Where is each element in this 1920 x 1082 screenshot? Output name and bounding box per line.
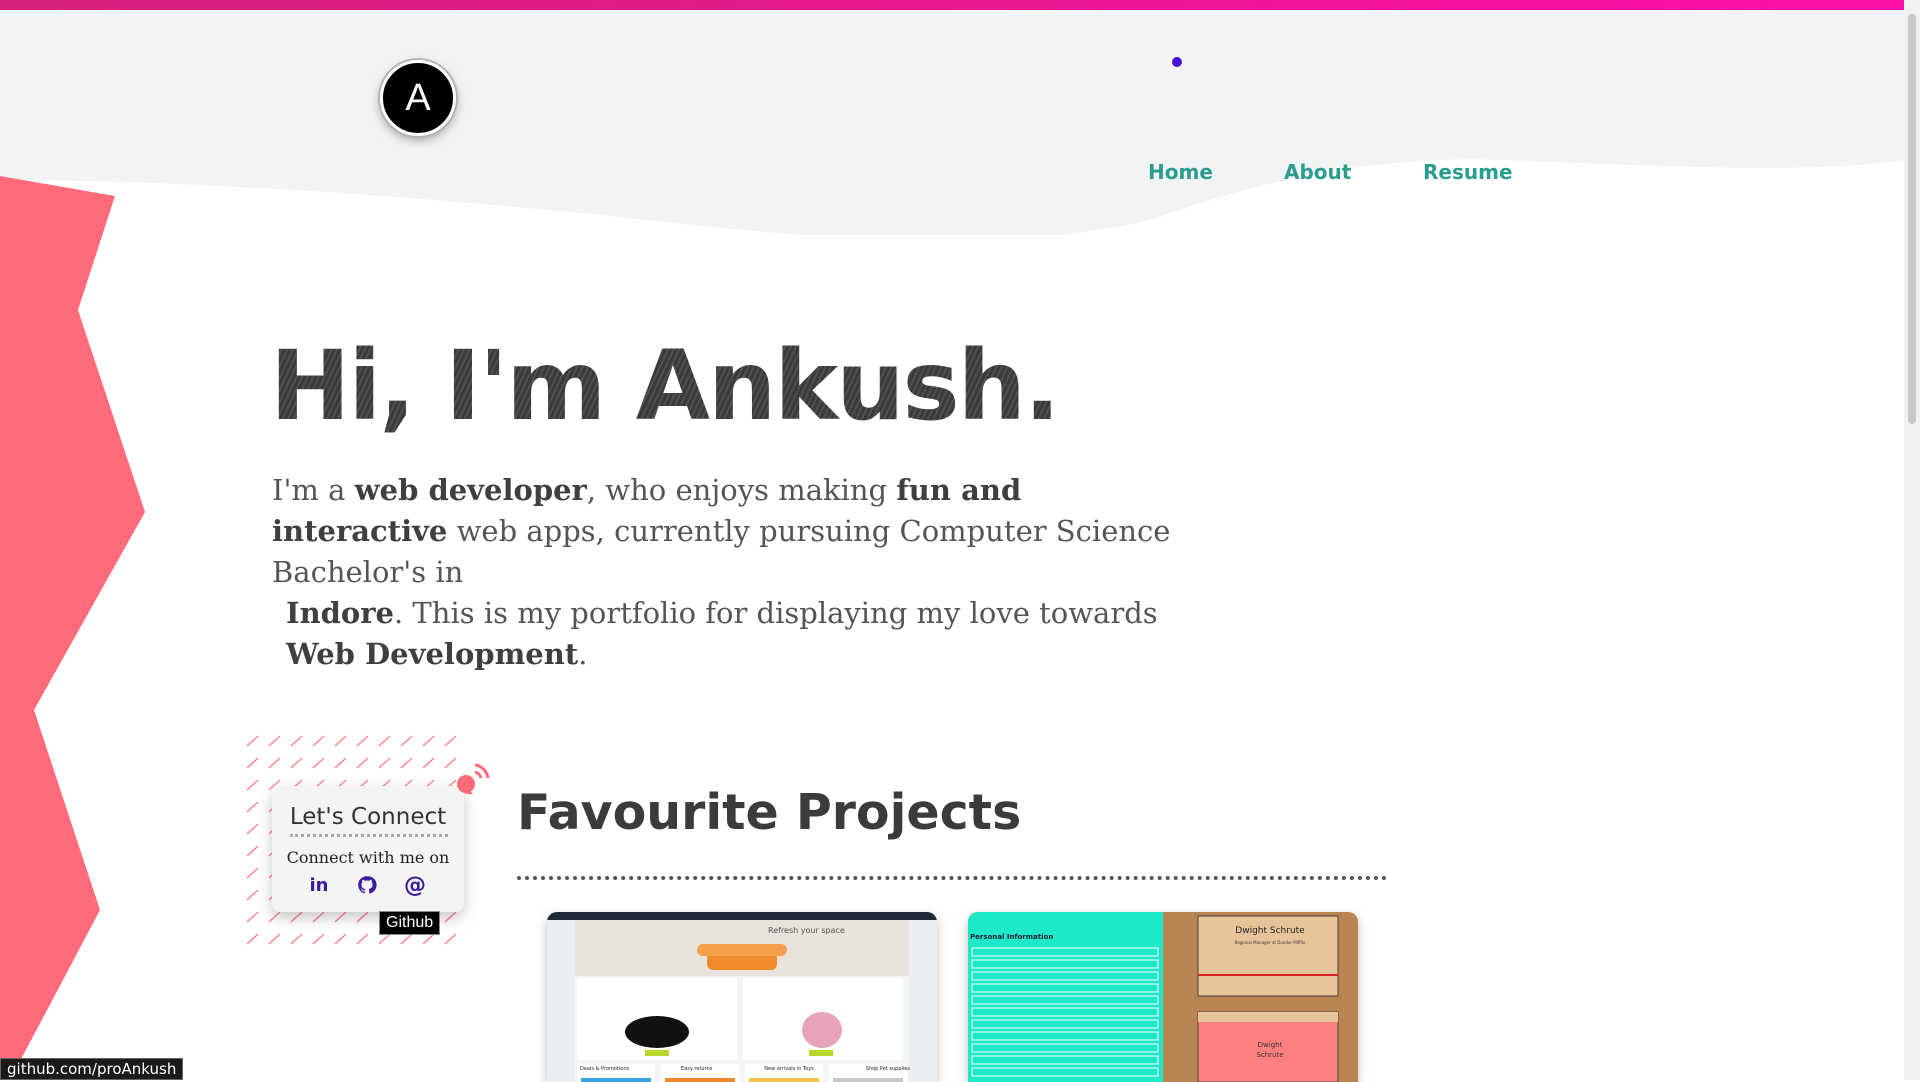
satellite-dish-icon: [457, 763, 490, 795]
projects-heading: Favourite Projects: [517, 784, 1022, 841]
logo-avatar[interactable]: A: [380, 60, 456, 136]
intro-text: I'm a: [272, 473, 355, 507]
header-wave: [0, 10, 1904, 235]
github-tooltip: Github: [379, 911, 441, 935]
github-icon[interactable]: [356, 874, 378, 896]
project-card-store[interactable]: [547, 912, 937, 1082]
connect-divider: [290, 834, 448, 837]
intro-paragraph: I'm a web developer, who enjoys making f…: [272, 470, 1172, 675]
business-card-role: Regional Manager at Dunder Mifflin: [1234, 940, 1306, 945]
project-thumbnail-store: [547, 912, 937, 1082]
social-icons: in @: [308, 873, 427, 898]
projects-divider: [517, 876, 1387, 880]
intro-highlight: Web Development: [286, 637, 579, 671]
form-title-text: Personal Information: [970, 933, 1054, 941]
logo-letter: A: [405, 76, 431, 119]
intro-text: . This is my portfolio for displaying my…: [394, 596, 1158, 630]
intro-text: , who enjoys making: [586, 473, 897, 507]
business-card-name: Dwight Schrute: [1235, 926, 1305, 936]
store-section-label: Deals & Promotions: [580, 1066, 630, 1072]
store-banner-text: Refresh your space: [768, 926, 845, 935]
store-section-label: Easy returns: [681, 1066, 713, 1072]
store-section-labels: Deals & Promotions Easy returns New arri…: [580, 1066, 910, 1072]
linkedin-icon[interactable]: in: [308, 874, 330, 896]
link-status-bar: github.com/proAnkush: [0, 1058, 184, 1080]
left-zigzag-shape: [0, 176, 145, 1080]
scrollbar-thumb[interactable]: [1908, 14, 1916, 424]
connect-card: Let's Connect Connect with me on in @: [272, 786, 464, 912]
nav-about-link[interactable]: About: [1284, 160, 1351, 184]
back-last-name: Schrute: [1256, 1051, 1284, 1059]
active-nav-indicator: [1172, 57, 1182, 67]
page-scrollbar[interactable]: [1904, 0, 1920, 1080]
store-section-label: New arrivals in Toys: [764, 1066, 814, 1072]
intro-highlight: Indore: [286, 596, 394, 630]
back-first-name: Dwight: [1257, 1041, 1283, 1049]
connect-subtitle: Connect with me on: [286, 848, 450, 867]
intro-text: .: [578, 637, 588, 671]
intro-highlight: web developer: [354, 473, 587, 507]
nav-resume-link[interactable]: Resume: [1423, 160, 1513, 184]
at-sign-icon[interactable]: @: [404, 873, 426, 898]
top-accent-bar: [0, 0, 1920, 10]
hero-title: Hi, I'm Ankush.: [270, 330, 1060, 442]
connect-title: Let's Connect: [289, 804, 447, 830]
business-card-back-name: Dwight Schrute: [1200, 1040, 1340, 1060]
nav-home-link[interactable]: Home: [1148, 160, 1213, 184]
store-section-label: Shop Pet supplies: [865, 1066, 910, 1072]
